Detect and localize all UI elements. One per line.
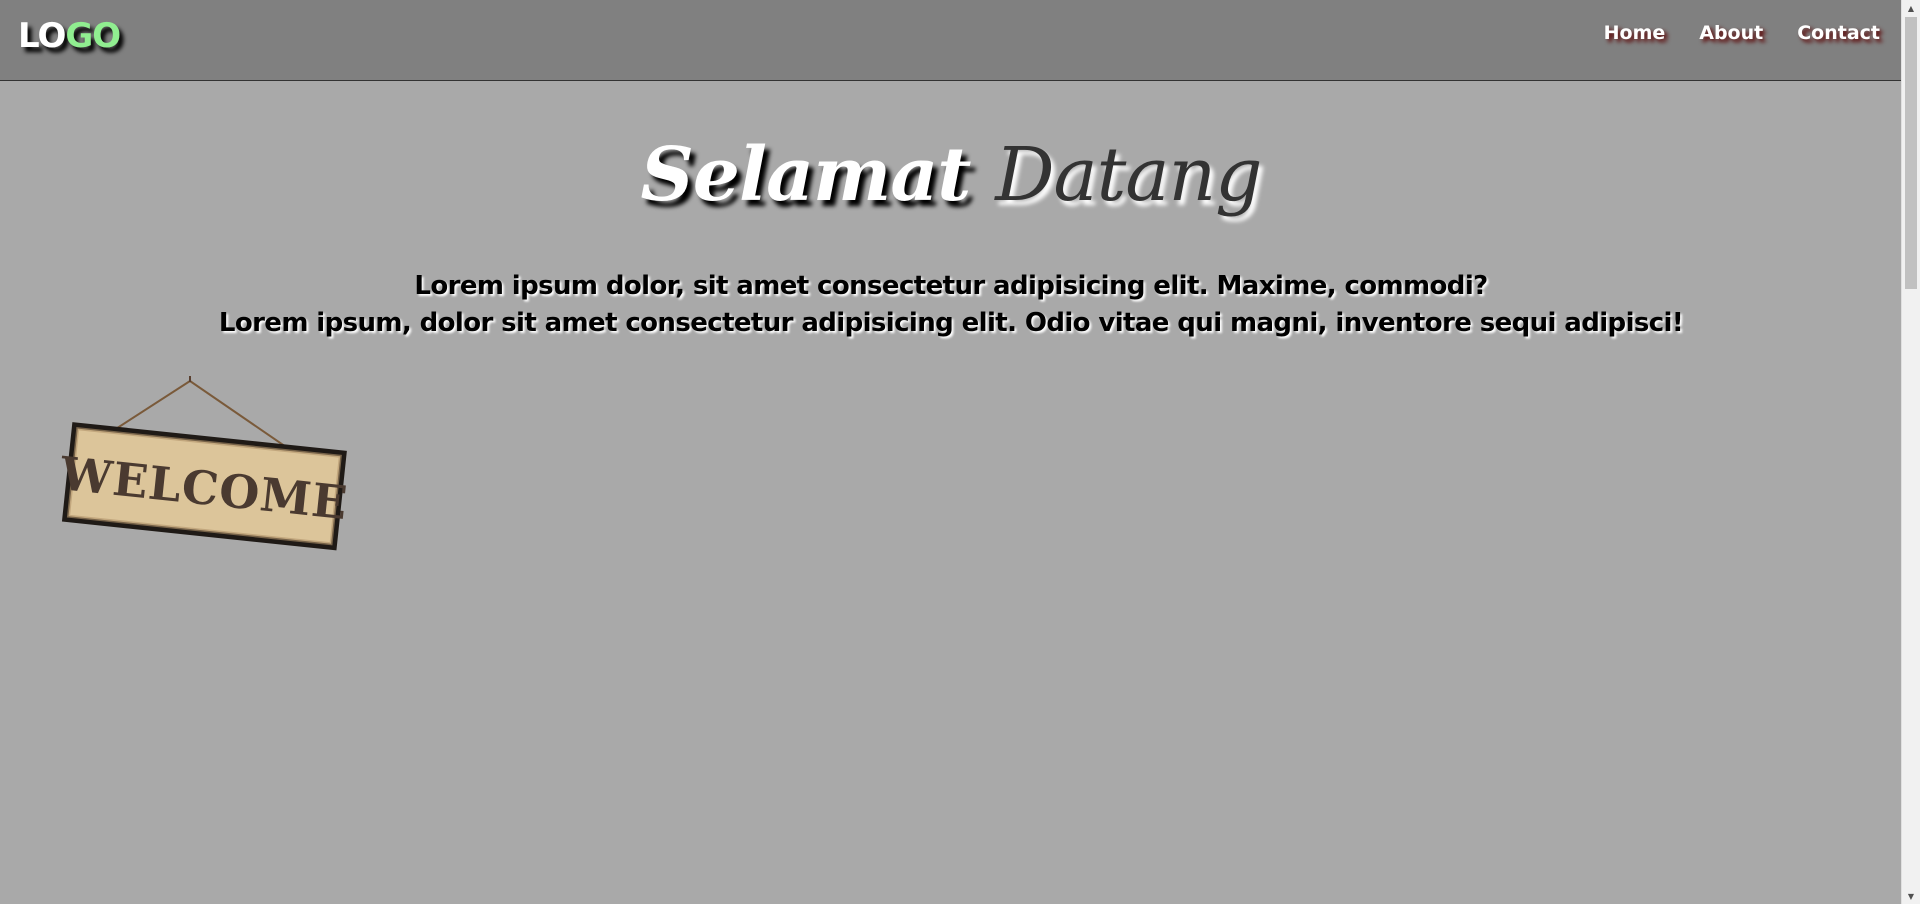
main-nav: Home About Contact bbox=[1604, 22, 1880, 44]
page-scrollbar[interactable]: ▲ ▼ bbox=[1901, 0, 1920, 904]
nav-contact-link[interactable]: Contact bbox=[1797, 22, 1880, 44]
logo-part-lo: LO bbox=[18, 16, 66, 56]
hero-paragraph: Lorem ipsum dolor, sit amet consectetur … bbox=[0, 268, 1902, 342]
site-header: LOGO Home About Contact bbox=[0, 0, 1902, 81]
hero-title-word-selamat: Selamat bbox=[640, 132, 971, 218]
hero-title: Selamat Datang bbox=[0, 132, 1902, 218]
welcome-sign-graphic: WELCOME bbox=[57, 376, 351, 551]
nav-about-link[interactable]: About bbox=[1699, 22, 1763, 44]
logo[interactable]: LOGO bbox=[18, 16, 121, 56]
page: LOGO Home About Contact Selamat Datang L… bbox=[0, 0, 1920, 904]
welcome-sign-image: WELCOME bbox=[56, 376, 356, 576]
hero-title-word-datang: Datang bbox=[995, 132, 1262, 218]
logo-part-go: GO bbox=[65, 16, 121, 56]
scroll-thumb[interactable] bbox=[1905, 17, 1917, 289]
hero-line-1: Lorem ipsum dolor, sit amet consectetur … bbox=[414, 271, 1488, 301]
hero-line-2: Lorem ipsum, dolor sit amet consectetur … bbox=[218, 308, 1684, 338]
nav-home-link[interactable]: Home bbox=[1604, 22, 1666, 44]
scroll-up-arrow-icon[interactable]: ▲ bbox=[1902, 0, 1920, 16]
scroll-down-arrow-icon[interactable]: ▼ bbox=[1902, 888, 1920, 904]
